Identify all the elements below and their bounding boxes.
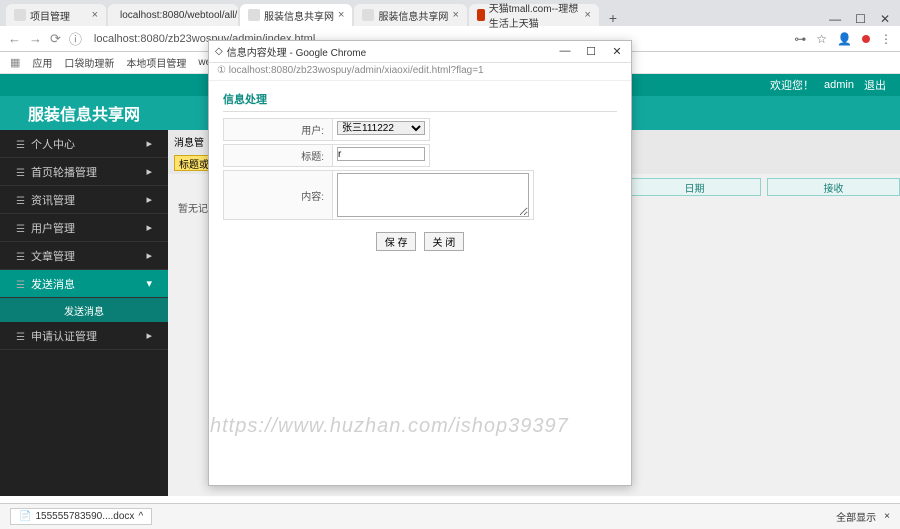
popup-title: 信息内容处理 - Google Chrome xyxy=(227,44,366,59)
back-icon[interactable]: ← xyxy=(8,31,21,46)
sidebar-item-sendmsg[interactable]: 发送消息▾ xyxy=(0,270,168,298)
popup-maximize-icon[interactable]: ☐ xyxy=(583,45,599,58)
sidebar: 个人中心▸ 首页轮播管理▸ 资讯管理▸ 用户管理▸ 文章管理▸ 发送消息▾ 发送… xyxy=(0,130,168,496)
username[interactable]: admin xyxy=(824,79,854,91)
column-receiver: 接收 xyxy=(767,178,900,196)
content-tab[interactable]: 消息管 xyxy=(174,134,204,149)
logout-link[interactable]: 退出 xyxy=(864,77,886,93)
save-button[interactable]: 保 存 xyxy=(376,232,417,251)
download-bar: 📄 155555783590....docx ^ 全部显示 × xyxy=(0,503,900,529)
sidebar-item-news[interactable]: 资讯管理▸ xyxy=(0,186,168,214)
popup-heading: 信息处理 xyxy=(223,91,617,112)
sidebar-item-users[interactable]: 用户管理▸ xyxy=(0,214,168,242)
close-icon[interactable]: × xyxy=(584,9,590,21)
bookmark-item[interactable]: 应用 xyxy=(32,55,52,70)
tab-4[interactable]: 服装信息共享网× xyxy=(354,4,466,26)
key-icon[interactable]: ⊶ xyxy=(794,32,806,46)
new-tab-button[interactable]: + xyxy=(601,10,625,26)
chevron-down-icon: ▾ xyxy=(146,277,152,290)
sidebar-subitem-sendmsg[interactable]: 发送消息 xyxy=(0,298,168,322)
chevron-up-icon[interactable]: ^ xyxy=(138,511,143,522)
popup-close-icon[interactable]: ✕ xyxy=(609,45,625,58)
maximize-icon[interactable]: ☐ xyxy=(855,12,866,26)
popup-minimize-icon[interactable]: — xyxy=(557,45,573,58)
chevron-right-icon: ▸ xyxy=(146,165,152,178)
menu-icon[interactable]: ⋮ xyxy=(880,32,892,46)
chevron-right-icon: ▸ xyxy=(146,221,152,234)
chevron-right-icon: ▸ xyxy=(146,137,152,150)
welcome-text: 欢迎您！ xyxy=(770,77,814,93)
column-date: 日期 xyxy=(628,178,761,196)
reload-icon[interactable]: ⟳ xyxy=(50,31,61,47)
site-title: 服装信息共享网 xyxy=(0,101,168,125)
tab-3[interactable]: 服装信息共享网× xyxy=(240,4,352,26)
show-all-downloads[interactable]: 全部显示 xyxy=(836,509,876,524)
star-icon[interactable]: ☆ xyxy=(816,32,827,46)
download-filename: 155555783590....docx xyxy=(35,511,134,522)
browser-tabs: 项目管理× localhost:8080/webtool/all/× 服装信息共… xyxy=(0,0,900,26)
sidebar-item-profile[interactable]: 个人中心▸ xyxy=(0,130,168,158)
close-download-bar-icon[interactable]: × xyxy=(884,511,890,522)
title-input[interactable] xyxy=(337,147,425,161)
info-icon: ⓘ xyxy=(69,29,82,48)
label-user: 用户: xyxy=(223,118,333,141)
popup-titlebar[interactable]: ◇ 信息内容处理 - Google Chrome — ☐ ✕ xyxy=(209,41,631,63)
apps-icon[interactable]: ▦ xyxy=(10,56,20,69)
tab-1[interactable]: 项目管理× xyxy=(6,4,106,26)
forward-icon[interactable]: → xyxy=(29,31,42,46)
bookmark-item[interactable]: 口袋助理新 xyxy=(64,55,114,70)
chevron-right-icon: ▸ xyxy=(146,193,152,206)
tab-5[interactable]: 天猫tmall.com--理想生活上天猫× xyxy=(469,4,599,26)
tab-2[interactable]: localhost:8080/webtool/all/× xyxy=(108,4,238,26)
alert-dot-icon xyxy=(862,35,870,43)
download-chip[interactable]: 📄 155555783590....docx ^ xyxy=(10,508,152,525)
label-title: 标题: xyxy=(223,144,333,167)
close-window-icon[interactable]: ✕ xyxy=(880,12,890,26)
popup-url: ① localhost:8080/zb23wospuy/admin/xiaoxi… xyxy=(209,63,631,81)
sidebar-item-carousel[interactable]: 首页轮播管理▸ xyxy=(0,158,168,186)
minimize-icon[interactable]: — xyxy=(829,12,841,26)
user-select[interactable]: 张三111222 xyxy=(337,121,425,135)
chrome-icon: ◇ xyxy=(215,46,223,57)
sidebar-item-articles[interactable]: 文章管理▸ xyxy=(0,242,168,270)
content-textarea[interactable] xyxy=(337,173,529,217)
close-icon[interactable]: × xyxy=(92,9,98,21)
chevron-right-icon: ▸ xyxy=(146,249,152,262)
popup-window: ◇ 信息内容处理 - Google Chrome — ☐ ✕ ① localho… xyxy=(208,40,632,486)
file-icon: 📄 xyxy=(19,511,31,522)
close-icon[interactable]: × xyxy=(452,9,458,21)
label-content: 内容: xyxy=(223,170,333,220)
close-icon[interactable]: × xyxy=(338,9,344,21)
profile-icon[interactable]: 👤 xyxy=(837,32,852,46)
bookmark-item[interactable]: 本地项目管理 xyxy=(126,55,186,70)
close-button[interactable]: 关 闭 xyxy=(424,232,465,251)
sidebar-item-cert[interactable]: 申请认证管理▸ xyxy=(0,322,168,350)
chevron-right-icon: ▸ xyxy=(146,329,152,342)
